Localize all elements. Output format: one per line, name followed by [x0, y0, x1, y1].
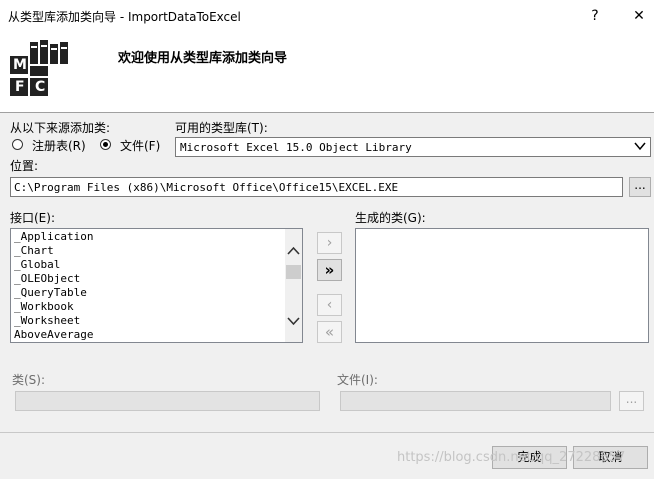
welcome-heading: 欢迎使用从类型库添加类向导	[118, 51, 288, 66]
help-button[interactable]: ?	[584, 6, 606, 26]
list-item[interactable]: _Global	[11, 258, 283, 272]
file-field-label: 文件(I):	[337, 373, 378, 387]
class-field-label: 类(S):	[12, 373, 46, 387]
radio-file[interactable]: 文件(F)	[100, 138, 170, 153]
generated-classes-listbox[interactable]	[355, 228, 649, 343]
radio-file-circle[interactable]	[100, 139, 111, 150]
logo-letter-c: C	[35, 79, 46, 95]
location-value: C:\Program Files (x86)\Microsoft Office\…	[14, 181, 399, 194]
radio-file-selected-dot	[103, 142, 108, 147]
watermark-text: https://blog.csdn.net/qq_27228657	[397, 450, 626, 465]
list-item[interactable]: _Chart	[11, 244, 283, 258]
interfaces-listbox[interactable]: _Application _Chart _Global _OLEObject _…	[10, 228, 303, 343]
footer-divider	[0, 432, 654, 433]
scroll-thumb[interactable]	[286, 265, 301, 279]
scroll-down-icon[interactable]	[287, 315, 300, 329]
remove-one-button[interactable]: ‹	[317, 294, 342, 316]
window-title: 从类型库添加类向导 - ImportDataToExcel	[8, 10, 241, 24]
list-item[interactable]: AboveAverage	[11, 328, 283, 342]
list-item[interactable]: _QueryTable	[11, 286, 283, 300]
source-group-label: 从以下来源添加类:	[10, 121, 111, 135]
location-input[interactable]: C:\Program Files (x86)\Microsoft Office\…	[10, 177, 623, 197]
radio-registry-circle[interactable]	[12, 139, 23, 150]
list-item[interactable]: _Workbook	[11, 300, 283, 314]
interfaces-list: _Application _Chart _Global _OLEObject _…	[11, 230, 283, 342]
class-name-input[interactable]	[15, 391, 320, 411]
file-browse-button[interactable]: ...	[619, 391, 644, 411]
header-band	[0, 32, 654, 113]
remove-all-button[interactable]: «	[317, 321, 342, 343]
logo-letter-f: F	[15, 79, 25, 95]
file-name-input[interactable]	[340, 391, 611, 411]
add-one-button[interactable]: ›	[317, 232, 342, 254]
type-library-value: Microsoft Excel 15.0 Object Library	[180, 141, 412, 154]
mfc-logo-icon: M F C	[10, 40, 70, 98]
list-item[interactable]: _OLEObject	[11, 272, 283, 286]
close-button[interactable]: ✕	[628, 6, 650, 26]
radio-file-label: 文件(F)	[120, 139, 161, 153]
logo-letter-m: M	[13, 57, 27, 73]
chevron-down-icon[interactable]	[634, 140, 646, 155]
type-library-label: 可用的类型库(T):	[175, 121, 268, 135]
list-item[interactable]: _Application	[11, 230, 283, 244]
generated-classes-label: 生成的类(G):	[355, 211, 426, 225]
scroll-up-icon[interactable]	[287, 245, 300, 259]
location-label: 位置:	[10, 159, 39, 173]
add-all-button[interactable]: »	[317, 259, 342, 281]
interfaces-scrollbar[interactable]	[285, 229, 302, 342]
radio-registry[interactable]: 注册表(R)	[12, 138, 102, 153]
interfaces-label: 接口(E):	[10, 211, 55, 225]
list-item[interactable]: _Worksheet	[11, 314, 283, 328]
radio-registry-label: 注册表(R)	[32, 139, 86, 153]
type-library-dropdown[interactable]: Microsoft Excel 15.0 Object Library	[175, 137, 651, 157]
location-browse-button[interactable]: ...	[629, 177, 651, 197]
